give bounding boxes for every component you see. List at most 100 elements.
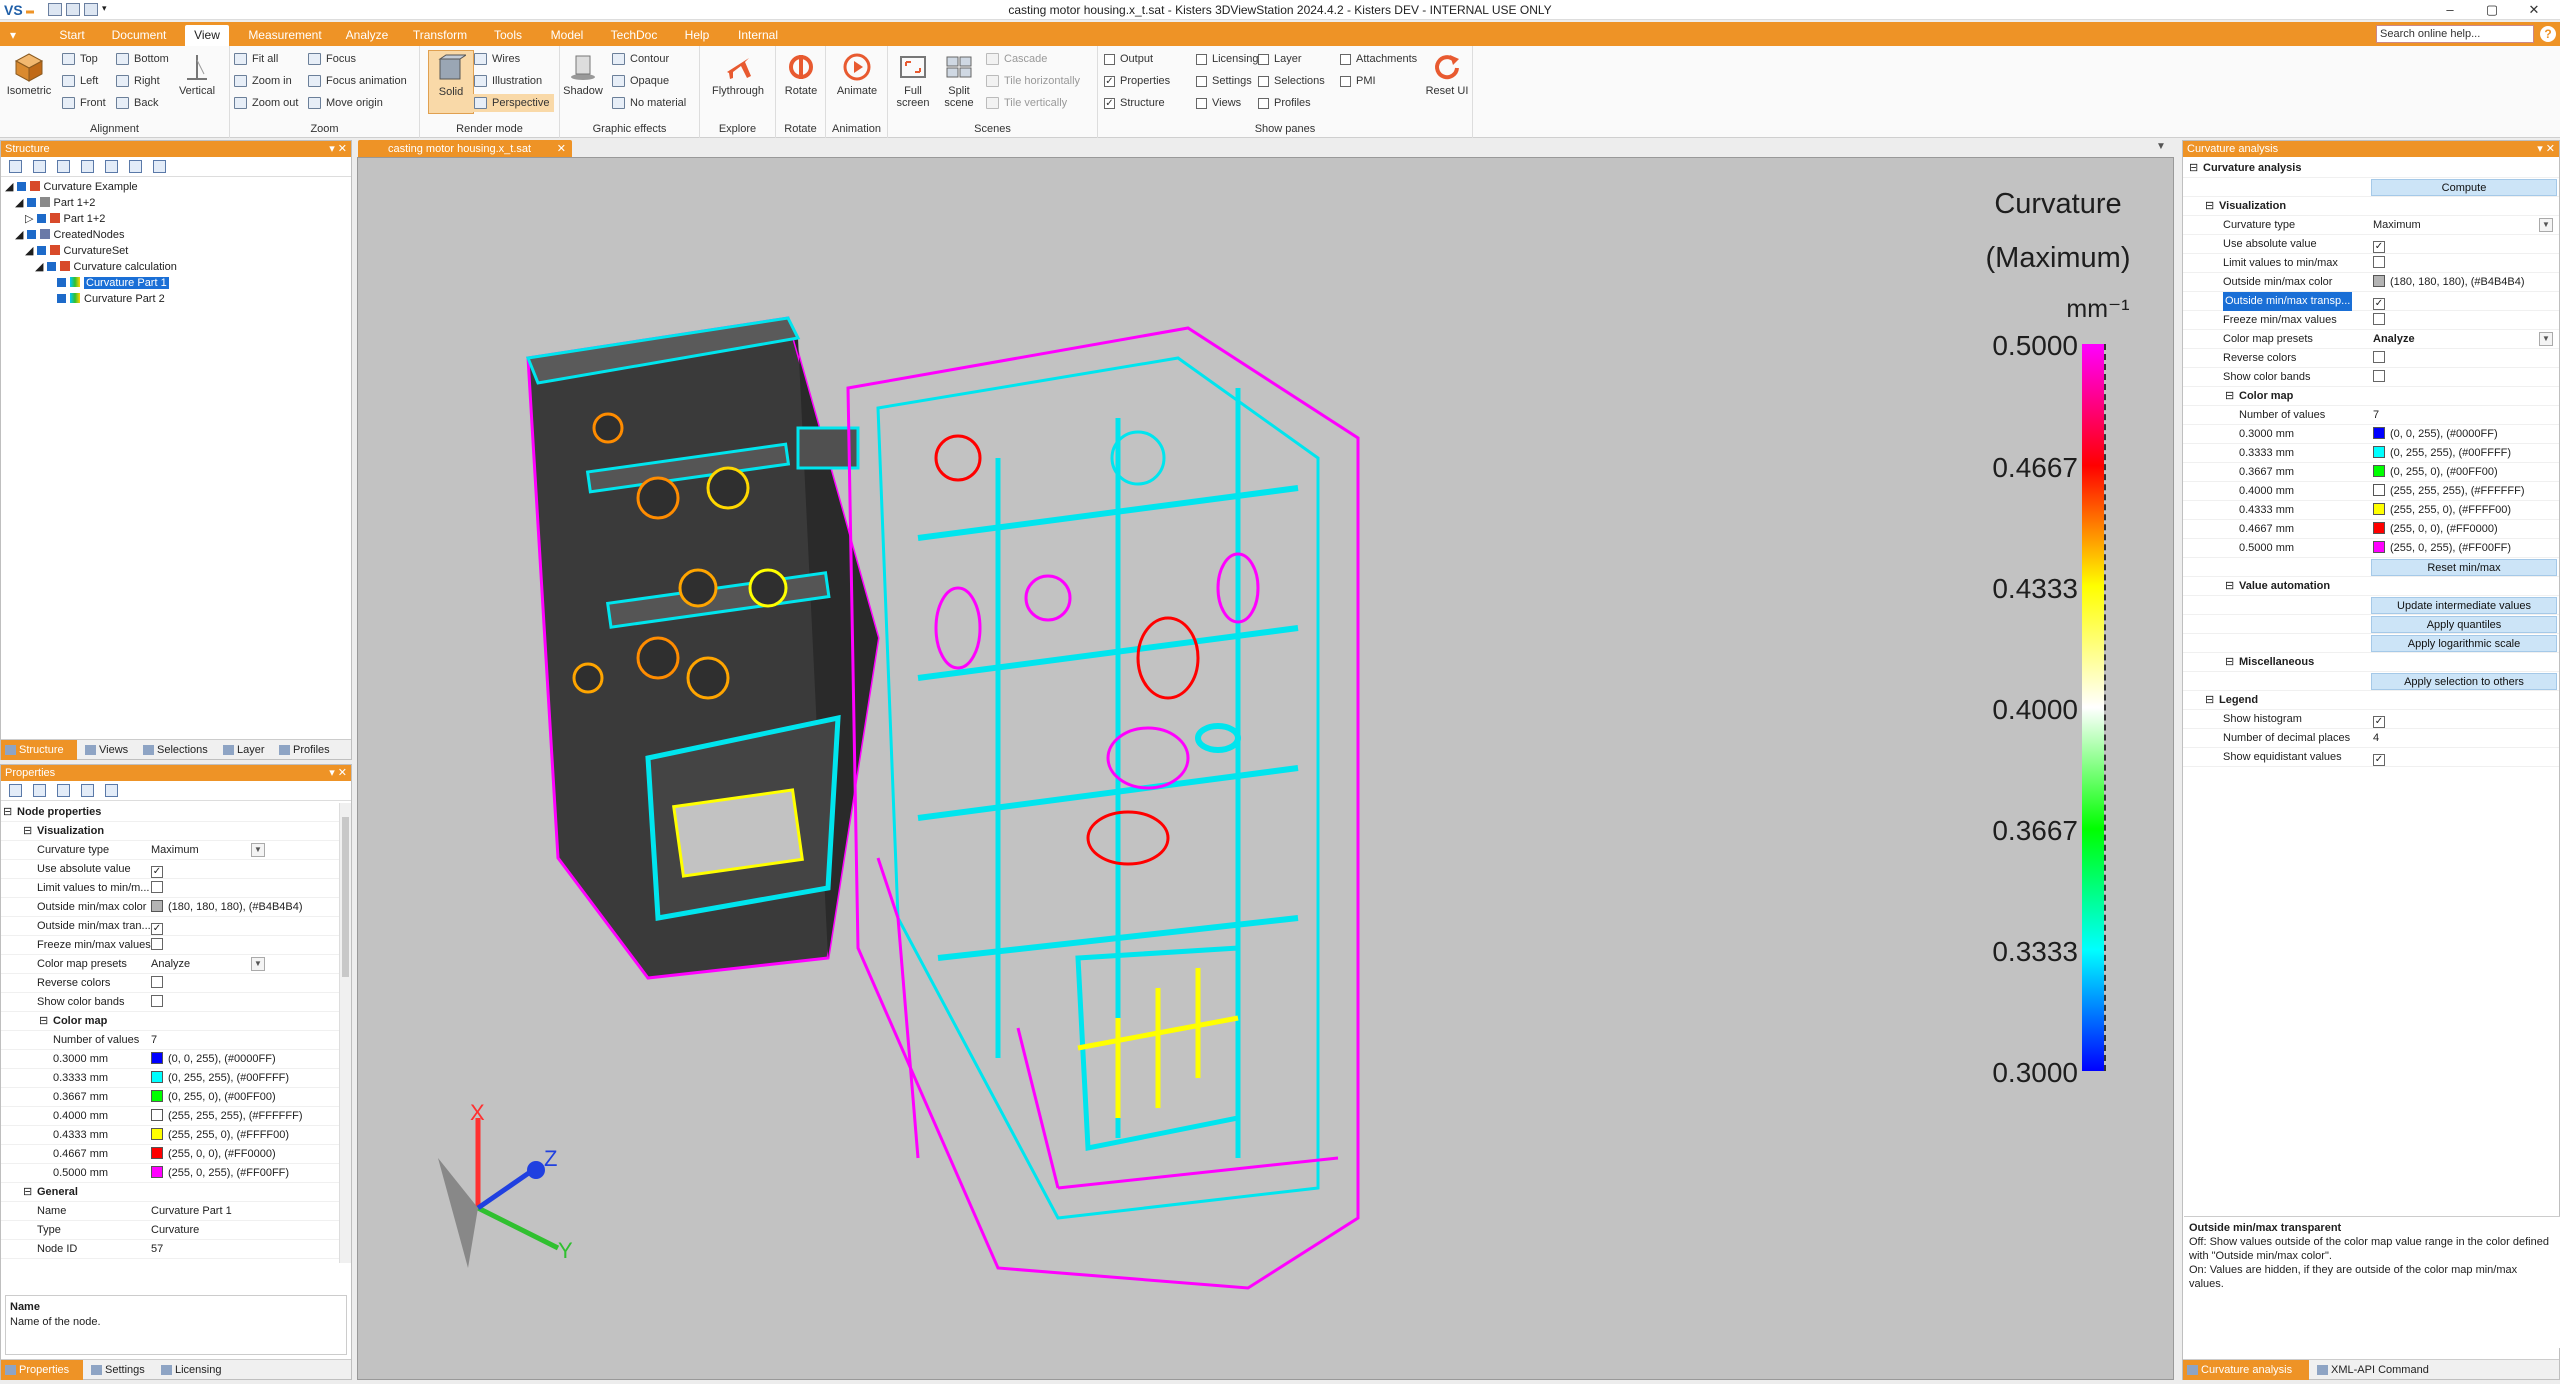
property-value[interactable]: (255, 0, 0), (#FF0000): [151, 1145, 276, 1164]
apply-logarithmic-scale-button[interactable]: Apply logarithmic scale: [2371, 635, 2557, 652]
property-value[interactable]: (180, 180, 180), (#B4B4B4): [151, 898, 303, 917]
checkbox[interactable]: ✓: [2373, 754, 2385, 766]
property-value[interactable]: ✓: [151, 917, 163, 936]
property-value[interactable]: (255, 0, 0), (#FF0000): [2373, 520, 2498, 539]
property-value[interactable]: [2373, 254, 2385, 273]
pane-output-checkbox[interactable]: Output: [1102, 50, 1153, 68]
property-row[interactable]: Limit values to min/m...: [1, 879, 339, 898]
visibility-checkbox[interactable]: [26, 230, 36, 239]
casting-part-curvature-lines[interactable]: [846, 326, 1360, 1290]
property-row[interactable]: Reverse colors: [2183, 349, 2559, 368]
property-value[interactable]: (0, 255, 255), (#00FFFF): [151, 1069, 289, 1088]
3d-viewport[interactable]: X Y Z Curvature (Maximum) mm⁻¹ 0.5000 0.…: [357, 157, 2174, 1380]
tab-internal[interactable]: Internal: [730, 25, 786, 46]
color-swatch[interactable]: [151, 1166, 163, 1178]
property-value[interactable]: Curvature Part 1: [151, 1202, 232, 1221]
apply-quantiles-button[interactable]: Apply quantiles: [2371, 616, 2557, 633]
property-value[interactable]: Maximum: [151, 841, 199, 860]
tab-transform[interactable]: Transform: [405, 25, 475, 46]
animate-button[interactable]: Animate: [834, 50, 880, 114]
update-intermediate-values-button[interactable]: Update intermediate values: [2371, 597, 2557, 614]
property-row[interactable]: Outside min/max color (180, 180, 180), (#…: [1, 898, 339, 917]
collapse-icon[interactable]: ⊟: [2225, 577, 2234, 596]
tree-node[interactable]: ◢ CreatedNodes: [15, 227, 124, 243]
right-button[interactable]: Right: [114, 72, 160, 90]
visibility-checkbox[interactable]: [57, 278, 66, 287]
tab-selections[interactable]: Selections: [139, 740, 215, 760]
property-row[interactable]: Name Curvature Part 1: [1, 1202, 339, 1221]
tab-list-icon[interactable]: ▼: [2156, 141, 2166, 152]
expand-icon[interactable]: [9, 160, 22, 173]
checkbox[interactable]: ✓: [2373, 716, 2385, 728]
color-swatch[interactable]: [151, 1071, 163, 1083]
close-tab-icon[interactable]: ✕: [557, 140, 566, 158]
color-map-row[interactable]: 0.4667 mm (255, 0, 0), (#FF0000): [2183, 520, 2559, 539]
tab-measurement[interactable]: Measurement: [240, 25, 330, 46]
pane-settings-checkbox[interactable]: Settings: [1194, 72, 1252, 90]
property-value[interactable]: (255, 255, 0), (#FFFF00): [151, 1126, 289, 1145]
checkbox[interactable]: ✓: [2373, 298, 2385, 310]
expand-all-icon[interactable]: [57, 160, 70, 173]
color-map-row[interactable]: 0.3333 mm (0, 255, 255), (#00FFFF): [2183, 444, 2559, 463]
pane-structure-checkbox[interactable]: ✓ Structure: [1102, 94, 1165, 112]
property-value[interactable]: (0, 255, 255), (#00FFFF): [2373, 444, 2511, 463]
tab-xml-api-command[interactable]: XML-API Command: [2313, 1360, 2433, 1380]
property-value[interactable]: (0, 255, 0), (#00FF00): [2373, 463, 2498, 482]
property-row[interactable]: Show equidistant values ✓: [2183, 748, 2559, 767]
property-value[interactable]: [2373, 311, 2385, 330]
sort-icon[interactable]: [81, 784, 94, 797]
minimize-icon[interactable]: –: [2430, 0, 2470, 20]
opaque-button[interactable]: Opaque: [610, 72, 669, 90]
property-row[interactable]: Type Curvature: [1, 1221, 339, 1240]
categorized-icon[interactable]: [57, 784, 70, 797]
maximize-icon[interactable]: ▢: [2472, 0, 2512, 20]
property-value[interactable]: [2373, 368, 2385, 387]
tile-horizontally-button[interactable]: Tile horizontally: [984, 72, 1080, 90]
color-map-row[interactable]: 0.3667 mm (0, 255, 0), (#00FF00): [1, 1088, 339, 1107]
color-swatch[interactable]: [2373, 446, 2385, 458]
property-value[interactable]: (0, 255, 0), (#00FF00): [151, 1088, 276, 1107]
checkbox[interactable]: [151, 938, 163, 950]
property-row[interactable]: Show histogram ✓: [2183, 710, 2559, 729]
tab-model[interactable]: Model: [540, 25, 594, 46]
color-map-row[interactable]: 0.3000 mm (0, 0, 255), (#0000FF): [1, 1050, 339, 1069]
contour-button[interactable]: Contour: [610, 50, 669, 68]
property-value[interactable]: [151, 879, 163, 898]
property-row[interactable]: Curvature type Maximum ▼: [1, 841, 339, 860]
rotate-button[interactable]: Rotate: [778, 50, 824, 114]
property-row[interactable]: Number of decimal places 4: [2183, 729, 2559, 748]
chevron-down-icon[interactable]: ▼: [251, 957, 265, 971]
property-row[interactable]: Node ID 57: [1, 1240, 339, 1259]
tab-analyze[interactable]: Analyze: [340, 25, 394, 46]
move-origin-button[interactable]: Move origin: [306, 94, 383, 112]
collapse-icon[interactable]: ⊟: [2225, 387, 2234, 406]
document-tab[interactable]: casting motor housing.x_t.sat ✕: [358, 140, 572, 158]
scroll-thumb[interactable]: [342, 817, 349, 977]
property-value[interactable]: (0, 0, 255), (#0000FF): [151, 1050, 276, 1069]
property-value[interactable]: ✓: [2373, 235, 2385, 254]
collapse-icon[interactable]: ⊟: [23, 1183, 32, 1202]
close-icon[interactable]: ✕: [2514, 0, 2554, 20]
property-row[interactable]: Outside min/max transp... ✓: [2183, 292, 2559, 311]
property-row[interactable]: Number of values 7: [2183, 406, 2559, 425]
color-map-row[interactable]: 0.5000 mm (255, 0, 255), (#FF00FF): [1, 1164, 339, 1183]
visibility-checkbox[interactable]: [46, 262, 56, 271]
collapse-icon[interactable]: ⊟: [3, 803, 12, 822]
pin-close-icon[interactable]: ▾ ✕: [329, 141, 347, 157]
front-button[interactable]: Front: [60, 94, 106, 112]
property-row[interactable]: Curvature type Maximum ▼: [2183, 216, 2559, 235]
color-swatch[interactable]: [151, 1147, 163, 1159]
checkbox[interactable]: [151, 976, 163, 988]
tab-layer[interactable]: Layer: [219, 740, 271, 760]
pin-close-icon[interactable]: ▾ ✕: [329, 765, 347, 781]
tree-filter-icon[interactable]: [129, 160, 142, 173]
tab-curvature-analysis[interactable]: Curvature analysis: [2183, 1360, 2309, 1380]
split-scene-button[interactable]: Split scene: [936, 50, 982, 114]
property-value[interactable]: ✓: [151, 860, 163, 879]
checkbox[interactable]: [2373, 313, 2385, 325]
tree-node[interactable]: ▷ Part 1+2: [25, 211, 105, 227]
property-value[interactable]: [151, 936, 163, 955]
tab-licensing[interactable]: Licensing: [157, 1360, 233, 1380]
chevron-down-icon[interactable]: ▼: [2539, 332, 2553, 346]
property-value[interactable]: ✓: [2373, 292, 2385, 311]
